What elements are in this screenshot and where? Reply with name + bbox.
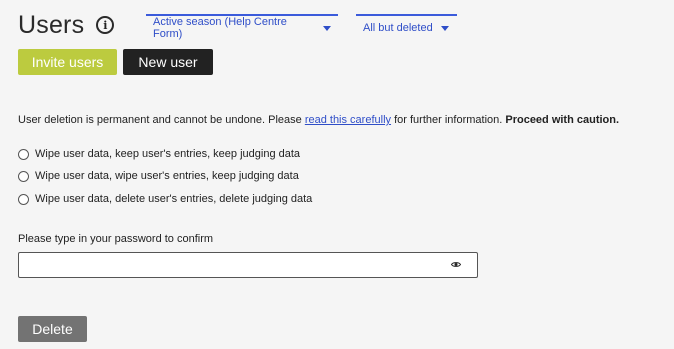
delete-option-wipe-entries[interactable]: Wipe user data, wipe user's entries, kee… xyxy=(18,168,299,184)
delete-button[interactable]: Delete xyxy=(18,316,87,342)
status-filter-dropdown[interactable]: All but deleted xyxy=(356,14,457,40)
page-title: Users xyxy=(18,10,85,39)
deletion-warning: User deletion is permanent and cannot be… xyxy=(18,114,619,126)
info-icon[interactable]: i xyxy=(96,16,115,34)
warning-text: User deletion is permanent and cannot be… xyxy=(18,114,305,126)
warning-text-after: for further information. xyxy=(391,114,506,126)
invite-users-button[interactable]: Invite users xyxy=(18,49,117,75)
chevron-down-icon xyxy=(440,25,449,31)
password-field[interactable] xyxy=(18,252,478,278)
delete-option-keep-entries[interactable]: Wipe user data, keep user's entries, kee… xyxy=(18,146,300,162)
radio-button[interactable] xyxy=(18,170,29,182)
password-input[interactable] xyxy=(25,257,439,275)
season-dropdown[interactable]: Active season (Help Centre Form) xyxy=(146,14,338,40)
eye-icon[interactable] xyxy=(451,261,461,268)
radio-button[interactable] xyxy=(18,148,29,160)
option-label: Wipe user data, wipe user's entries, kee… xyxy=(35,170,299,182)
password-label: Please type in your password to confirm xyxy=(18,233,214,245)
chevron-down-icon xyxy=(323,25,331,31)
new-user-button[interactable]: New user xyxy=(123,49,213,75)
page-header: Users i xyxy=(18,8,115,42)
read-this-carefully-link[interactable]: read this carefully xyxy=(305,114,391,126)
status-filter-label: All but deleted xyxy=(363,22,433,34)
option-label: Wipe user data, keep user's entries, kee… xyxy=(35,148,301,160)
season-dropdown-label: Active season (Help Centre Form) xyxy=(153,16,287,40)
option-label: Wipe user data, delete user's entries, d… xyxy=(35,193,313,205)
radio-button[interactable] xyxy=(18,193,29,205)
delete-option-delete-all[interactable]: Wipe user data, delete user's entries, d… xyxy=(18,191,312,207)
warning-emphasis: Proceed with caution. xyxy=(505,114,620,126)
